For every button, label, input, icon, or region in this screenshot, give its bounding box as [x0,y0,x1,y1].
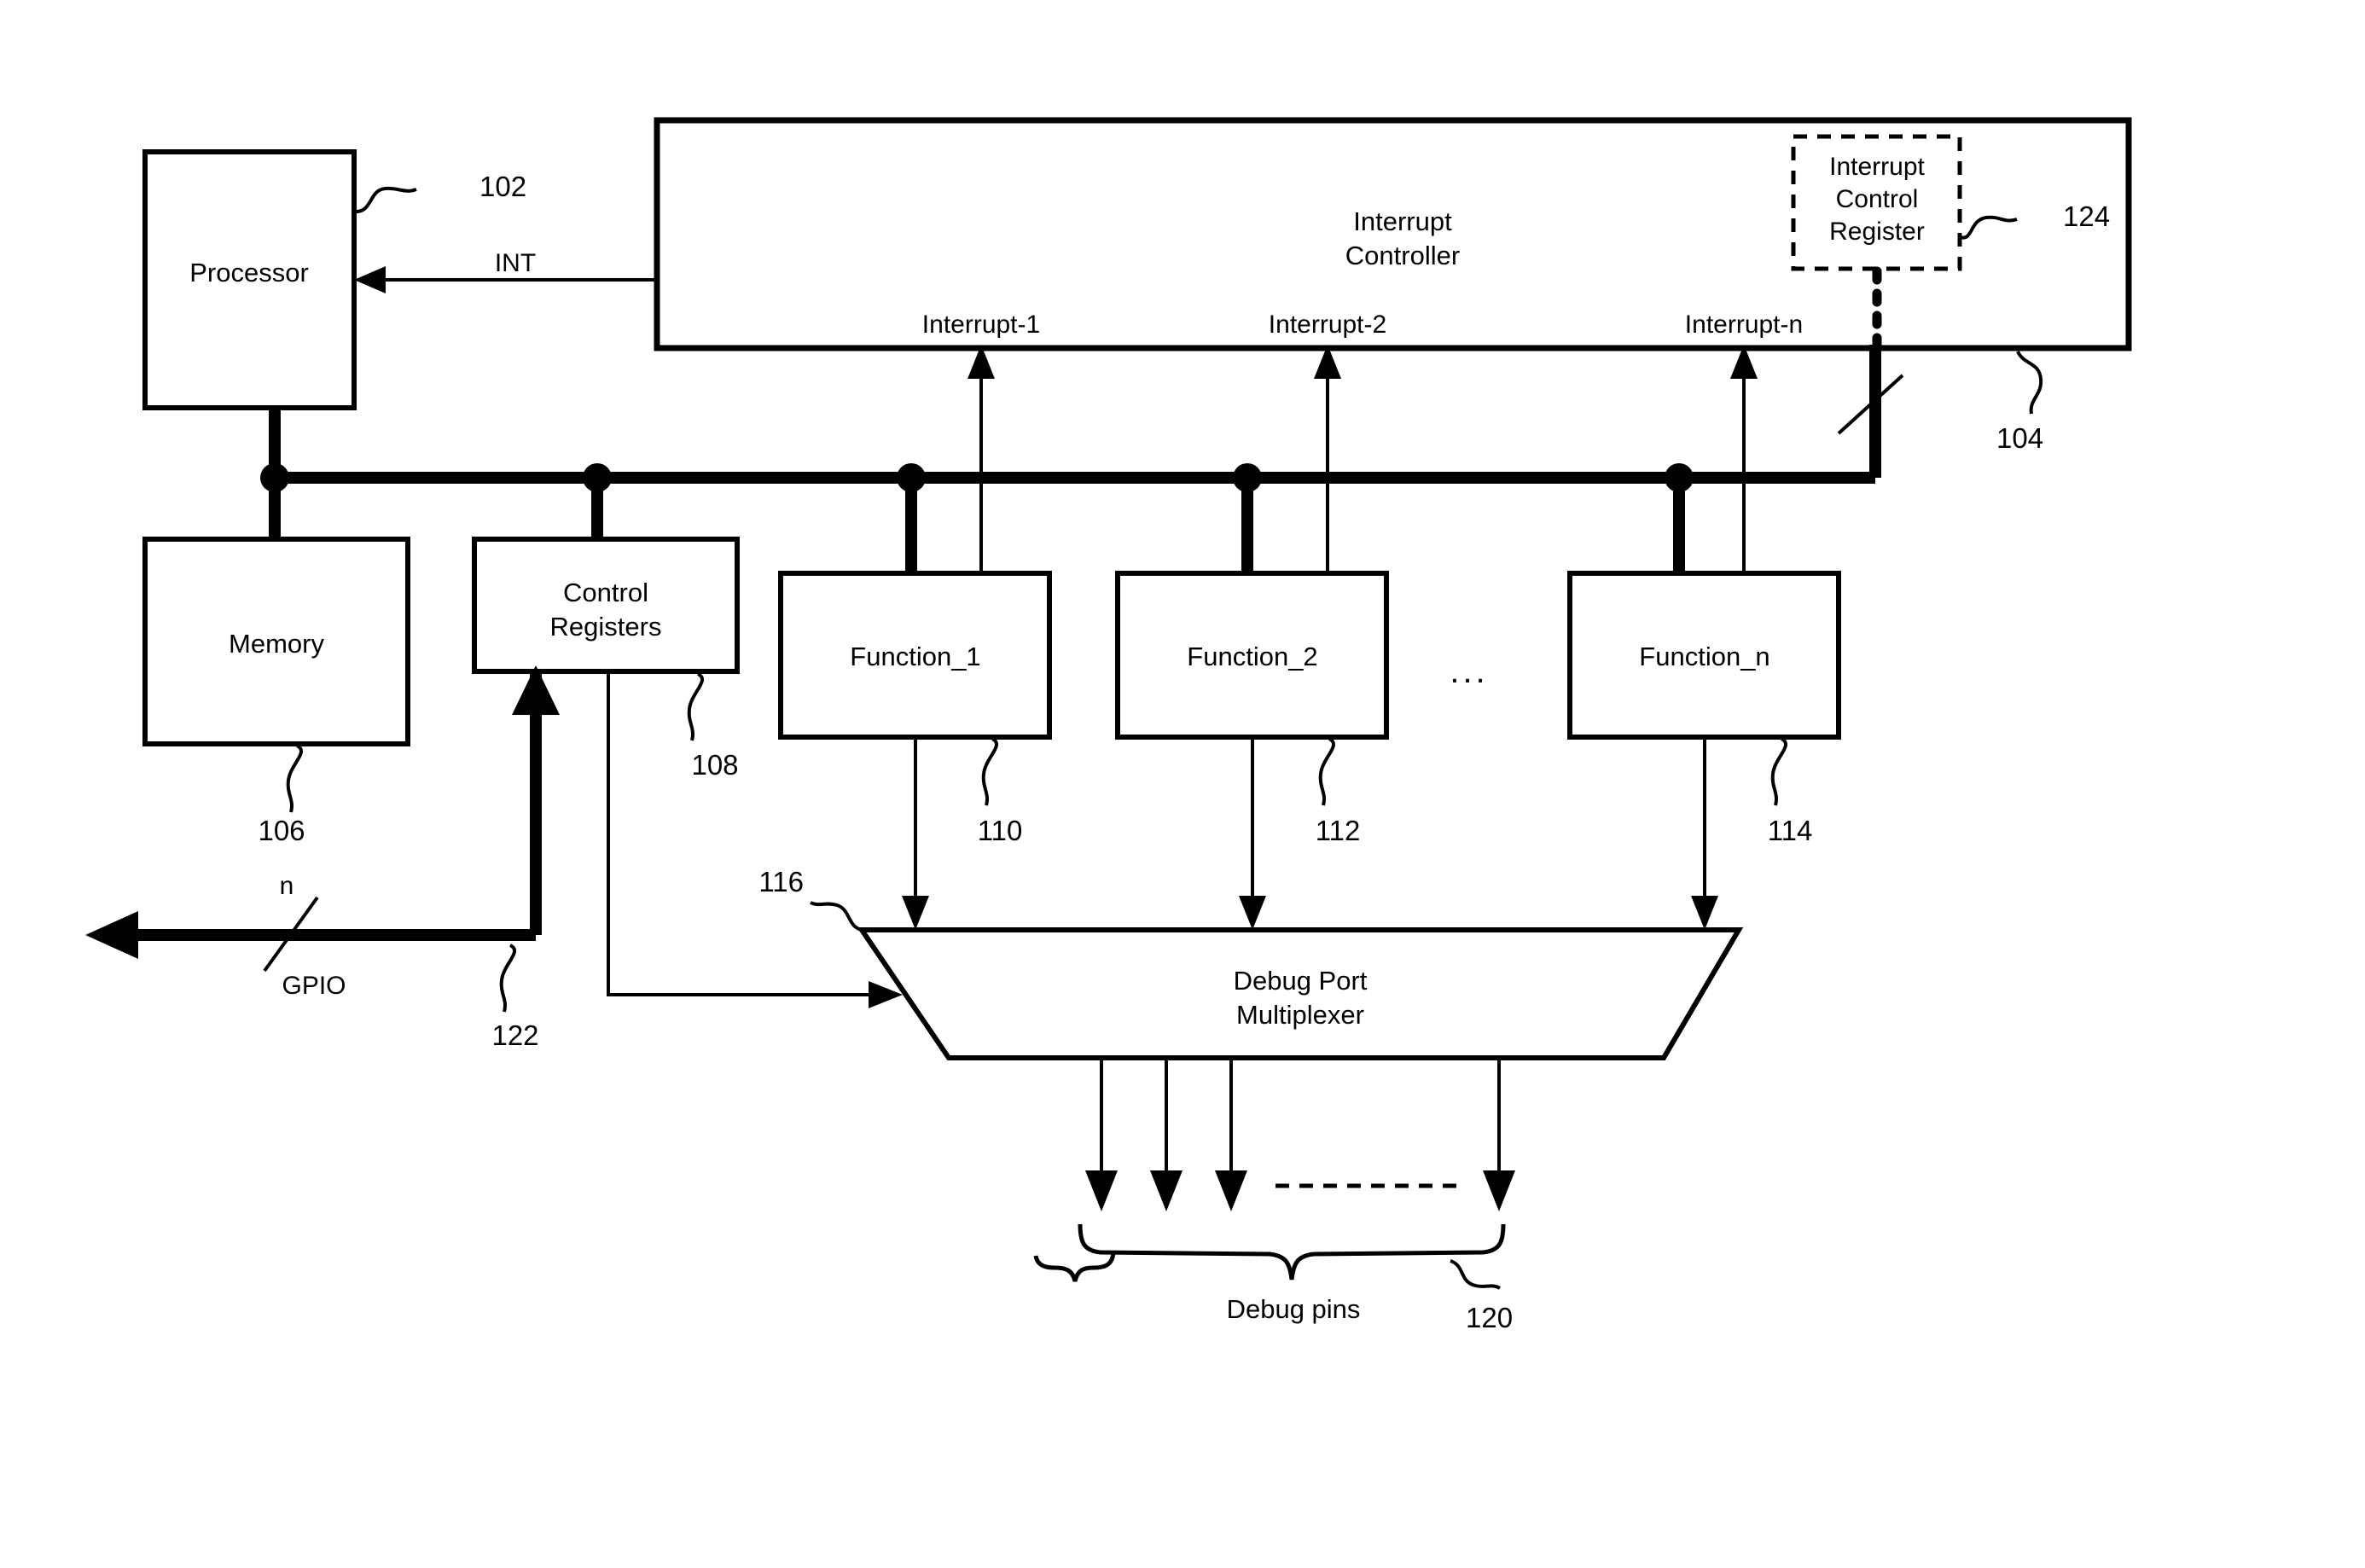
icr-label-line1: Interrupt [1829,153,1925,181]
control-registers-block[interactable]: Control Registers [472,537,740,674]
ref-number-112: 112 [1316,815,1361,846]
interrupt-controller-label-line2: Controller [1345,241,1460,270]
interrupt-control-register-block[interactable]: Interrupt Control Register [1791,134,1962,271]
ref-lead-108 [687,672,704,741]
mux-select-line [607,671,879,996]
function-2-output-arrowhead [1239,896,1266,930]
debug-pins-brace [1078,1223,1506,1281]
ref-number-120: 120 [1466,1302,1513,1333]
ref-lead-110 [981,737,998,806]
int-arrowhead [354,266,386,293]
ref-number-106: 106 [258,815,305,846]
ref-lead-106 [286,744,303,813]
debug-port-multiplexer-block[interactable]: Debug Port Multiplexer [857,927,1744,1060]
memory-label: Memory [229,629,324,659]
memory-block[interactable]: Memory [142,537,410,746]
debug-pins-label: Debug pins [1227,1294,1361,1324]
interrupt-2-label: Interrupt-2 [1269,311,1386,339]
function-1-output-arrowhead [902,896,929,930]
debug-pin-2-arrowhead [1150,1170,1182,1211]
ref-lead-102 [353,186,417,214]
int-label: INT [495,249,536,277]
gpio-bus: n GPIO [85,665,560,1000]
ref-number-110: 110 [978,815,1023,846]
interrupt-controller-label-line1: Interrupt [1353,206,1452,236]
ref-lead-112 [1318,737,1335,806]
function-2-block[interactable]: Function_2 [1115,571,1389,740]
gpio-label: GPIO [282,972,346,1000]
ref-lead-122 [499,944,516,1013]
debug-pin-3-arrowhead [1215,1170,1247,1211]
debug-pin-n-arrowhead [1483,1170,1515,1211]
int-signal: INT [354,249,657,293]
processor-label: Processor [189,258,309,287]
ref-number-102: 102 [479,171,526,202]
mux-label-line1: Debug Port [1234,966,1368,996]
ref-number-124: 124 [2063,200,2110,232]
ref-number-114: 114 [1768,815,1813,846]
ref-number-108: 108 [691,749,738,781]
ref-lead-120 [1450,1259,1502,1290]
icr-label-line2: Control [1836,185,1919,213]
ref-lead-124 [1959,215,2018,240]
debug-pins-brace-left [1033,1251,1116,1282]
gpio-arrowhead-left [85,911,138,959]
function-n-block[interactable]: Function_n [1567,571,1841,740]
ref-number-122: 122 [491,1019,538,1051]
function-2-debug-output [1239,737,1266,930]
ref-number-104: 104 [1996,422,2043,454]
debug-pin-1-arrowhead [1085,1170,1118,1211]
ref-number-116: 116 [758,866,804,897]
icr-label-line3: Register [1829,218,1925,246]
mux-select-path [607,671,903,1008]
function-n-output-arrowhead [1691,896,1718,930]
processor-block[interactable]: Processor [142,149,357,410]
function-1-debug-output [902,737,929,930]
ref-lead-114 [1770,737,1787,806]
function-2-label: Function_2 [1187,642,1317,671]
function-1-block[interactable]: Function_1 [778,571,1052,740]
interrupt-1-label: Interrupt-1 [922,311,1040,339]
ref-lead-104 [2016,351,2043,415]
ref-lead-116 [810,901,863,932]
block-diagram-canvas: Processor 102 Interrupt Controller 104 I… [0,0,2365,1568]
control-registers-label-line1: Control [563,578,648,607]
function-n-label: Function_n [1639,642,1769,671]
interrupt-n-label: Interrupt-n [1685,311,1803,339]
function-1-label: Function_1 [850,642,980,671]
debug-pins-group [1033,1058,1515,1282]
mux-label-line2: Multiplexer [1236,1000,1364,1030]
function-ellipsis: ... [1450,653,1488,690]
gpio-width-label: n [280,872,294,900]
control-registers-label-line2: Registers [550,612,662,642]
function-n-debug-output [1691,737,1718,930]
